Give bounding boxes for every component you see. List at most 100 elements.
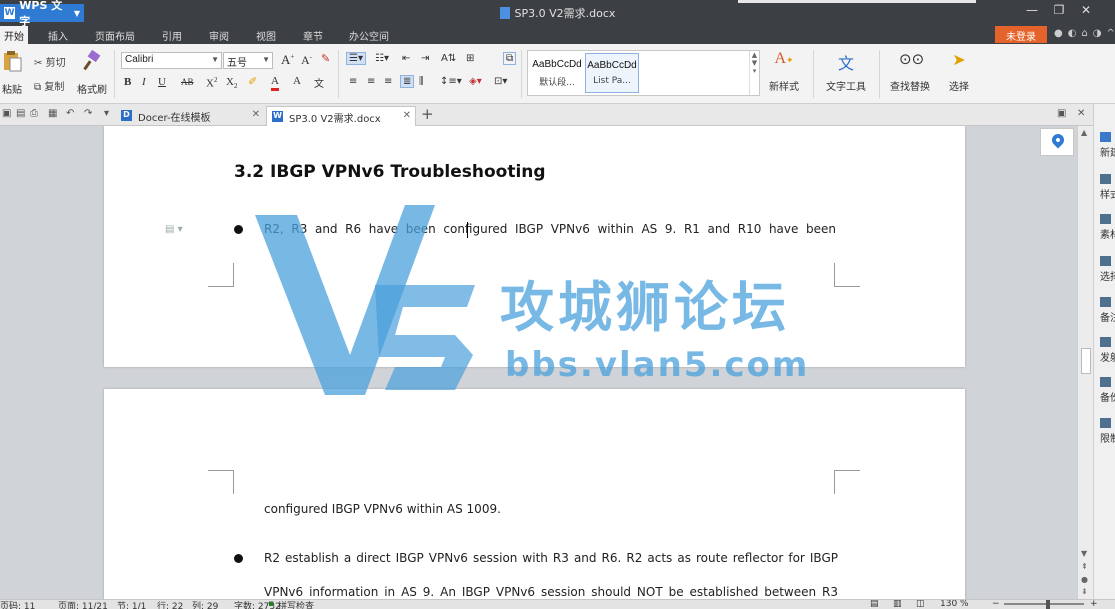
document-page[interactable]: configured IBGP VPNv6 within AS 1009. R2… — [104, 389, 965, 599]
underline-button[interactable]: U — [158, 76, 166, 88]
menu-home[interactable]: 开始 — [0, 26, 28, 44]
close-window-button[interactable]: ✕ — [1076, 3, 1096, 17]
side-styles[interactable]: 样式 — [1100, 174, 1115, 201]
italic-button[interactable]: I — [142, 76, 146, 88]
zoom-slider[interactable] — [1004, 603, 1084, 605]
distributed-button[interactable]: ⫼ — [419, 76, 424, 87]
decrease-indent-button[interactable]: ⇤ — [402, 53, 410, 64]
side-notes[interactable]: 备注 — [1100, 297, 1115, 324]
align-right-button[interactable]: ≡ — [384, 76, 392, 87]
borders-button[interactable]: ⊡▾ — [494, 76, 507, 87]
preview-icon[interactable]: ▦ — [48, 108, 57, 119]
print-icon[interactable]: ⎙ — [30, 108, 38, 119]
shrink-font-icon[interactable]: A- — [301, 53, 312, 68]
zoom-in-icon[interactable]: + — [1090, 600, 1098, 609]
increase-indent-button[interactable]: ⇥ — [421, 53, 429, 64]
char-shading-button[interactable]: A — [293, 75, 301, 87]
clear-format-icon[interactable]: ✎ — [321, 52, 330, 65]
superscript-button[interactable]: X2 — [206, 76, 217, 90]
new-style-button[interactable]: A✦ 新样式 — [764, 50, 804, 93]
menu-extra-icons[interactable]: ●◐⌂◑^? — [1054, 28, 1115, 39]
numbered-list-button[interactable]: ☷▾ — [375, 53, 389, 64]
document-workspace[interactable]: 3.2 IBGP VPNv6 Troubleshooting ▤ ▾ R2, R… — [0, 126, 1077, 599]
menu-page-layout[interactable]: 页面布局 — [95, 28, 135, 43]
view-web-icon[interactable]: ◫ — [916, 600, 925, 609]
format-painter-button[interactable]: 格式刷 — [76, 49, 108, 96]
paste-button[interactable]: 粘贴 — [1, 50, 23, 96]
document-page[interactable]: 3.2 IBGP VPNv6 Troubleshooting ▤ ▾ R2, R… — [104, 126, 965, 367]
align-center-button[interactable]: ≡ — [367, 76, 375, 87]
restore-button[interactable]: ❐ — [1049, 3, 1069, 17]
font-name-select[interactable]: Calibri ▼ — [121, 52, 222, 69]
bold-button[interactable]: B — [124, 76, 131, 88]
redo-icon[interactable]: ↷ — [84, 108, 92, 119]
zoom-slider-thumb[interactable] — [1046, 600, 1050, 609]
undo-icon[interactable]: ↶ — [66, 108, 74, 119]
show-marks-button[interactable]: ⧉ — [503, 52, 517, 65]
strikethrough-button[interactable]: AB — [181, 77, 194, 87]
spell-check-icon[interactable]: ▪ — [268, 600, 274, 609]
table-grid-button[interactable]: ⊞ — [466, 53, 474, 64]
menu-office-space[interactable]: 办公空间 — [349, 28, 389, 43]
subscript-button[interactable]: X2 — [226, 76, 237, 90]
folder-icon[interactable]: ▤ — [16, 108, 25, 119]
select-browse-icon[interactable]: ● — [1081, 575, 1088, 584]
minimize-button[interactable]: — — [1022, 3, 1042, 17]
font-color-button[interactable]: A — [271, 75, 279, 91]
justify-button[interactable]: ≣ — [400, 75, 415, 88]
zoom-out-icon[interactable]: − — [992, 600, 1000, 609]
text-direction-button[interactable]: A⇅ — [441, 53, 456, 64]
paragraph-options-icon[interactable]: ▤ ▾ — [165, 224, 183, 235]
select-button[interactable]: ➤ 选择 — [943, 50, 975, 93]
login-button[interactable]: 未登录 — [995, 26, 1047, 43]
shading-button[interactable]: ◈▾ — [469, 76, 482, 87]
next-page-icon[interactable]: ⇟ — [1081, 587, 1088, 596]
side-new[interactable]: 新建 — [1100, 132, 1115, 159]
vertical-scrollbar[interactable]: ▲ ▼ ⇞ ● ⇟ — [1077, 126, 1093, 599]
tab-current-document[interactable]: W SP3.0 V2需求.docx ✕ — [266, 106, 416, 126]
align-left-button[interactable]: ≡ — [349, 76, 357, 87]
view-page-icon[interactable]: ▤ — [870, 600, 879, 609]
menu-insert[interactable]: 插入 — [48, 28, 68, 43]
style-sample: AaBbCcDd — [532, 59, 582, 70]
grow-font-icon[interactable]: A+ — [281, 52, 294, 68]
cut-button[interactable]: ✂ 剪切 — [34, 54, 66, 69]
menu-review[interactable]: 审阅 — [209, 28, 229, 43]
quick-access-dropdown-icon[interactable]: ▾ — [104, 108, 109, 119]
font-size-select[interactable]: 五号 ▼ — [223, 52, 273, 69]
text-tools-button[interactable]: 文 文字工具 — [820, 50, 872, 93]
side-backup[interactable]: 备份 — [1100, 377, 1115, 404]
side-material[interactable]: 素材 — [1100, 214, 1115, 241]
location-pin-button[interactable] — [1040, 128, 1074, 156]
new-tab-button[interactable]: + — [421, 105, 434, 123]
line-spacing-button[interactable]: ↕≡▾ — [440, 76, 462, 87]
menu-chapter[interactable]: 章节 — [303, 28, 323, 43]
highlight-icon[interactable]: ✐ — [248, 75, 257, 88]
style-gallery-scroll[interactable]: ▲ ▼ ▾ — [749, 51, 759, 95]
bullet-list-button[interactable]: ☰▾ — [346, 52, 366, 65]
scroll-up-icon[interactable]: ▲ — [1081, 128, 1087, 137]
prev-page-icon[interactable]: ⇞ — [1081, 562, 1088, 571]
status-zoom[interactable]: 130 % — [940, 600, 969, 609]
side-select[interactable]: 选择 — [1100, 256, 1115, 283]
copy-button[interactable]: ⧉ 复制 — [34, 78, 64, 93]
menu-references[interactable]: 引用 — [162, 28, 182, 43]
status-spell-check[interactable]: 拼写检查 — [278, 600, 314, 609]
scroll-thumb[interactable] — [1081, 348, 1091, 374]
scissors-icon: ✂ — [34, 58, 43, 69]
phonetic-guide-button[interactable]: 文 — [314, 75, 324, 90]
menu-view[interactable]: 视图 — [256, 28, 276, 43]
style-default-paragraph[interactable]: AaBbCcDd 默认段... — [530, 53, 584, 93]
side-send[interactable]: 发射 — [1100, 337, 1115, 364]
tab-docer-templates[interactable]: D Docer-在线模板 ✕ — [116, 106, 264, 126]
style-list-paragraph[interactable]: AaBbCcDd List Pa... — [585, 53, 639, 93]
find-replace-button[interactable]: ⊙⊙ 查找替换 — [886, 50, 934, 93]
tab-list-icon[interactable]: ▣ — [1057, 108, 1066, 119]
view-outline-icon[interactable]: ▥ — [893, 600, 902, 609]
save-icon[interactable]: ▣ — [2, 108, 11, 119]
close-icon[interactable]: ✕ — [252, 109, 260, 120]
close-icon[interactable]: ✕ — [403, 110, 411, 121]
tab-close-all-icon[interactable]: ✕ — [1077, 108, 1085, 119]
scroll-down-icon[interactable]: ▼ — [1081, 549, 1087, 558]
side-restrict[interactable]: 限制 — [1100, 418, 1115, 445]
